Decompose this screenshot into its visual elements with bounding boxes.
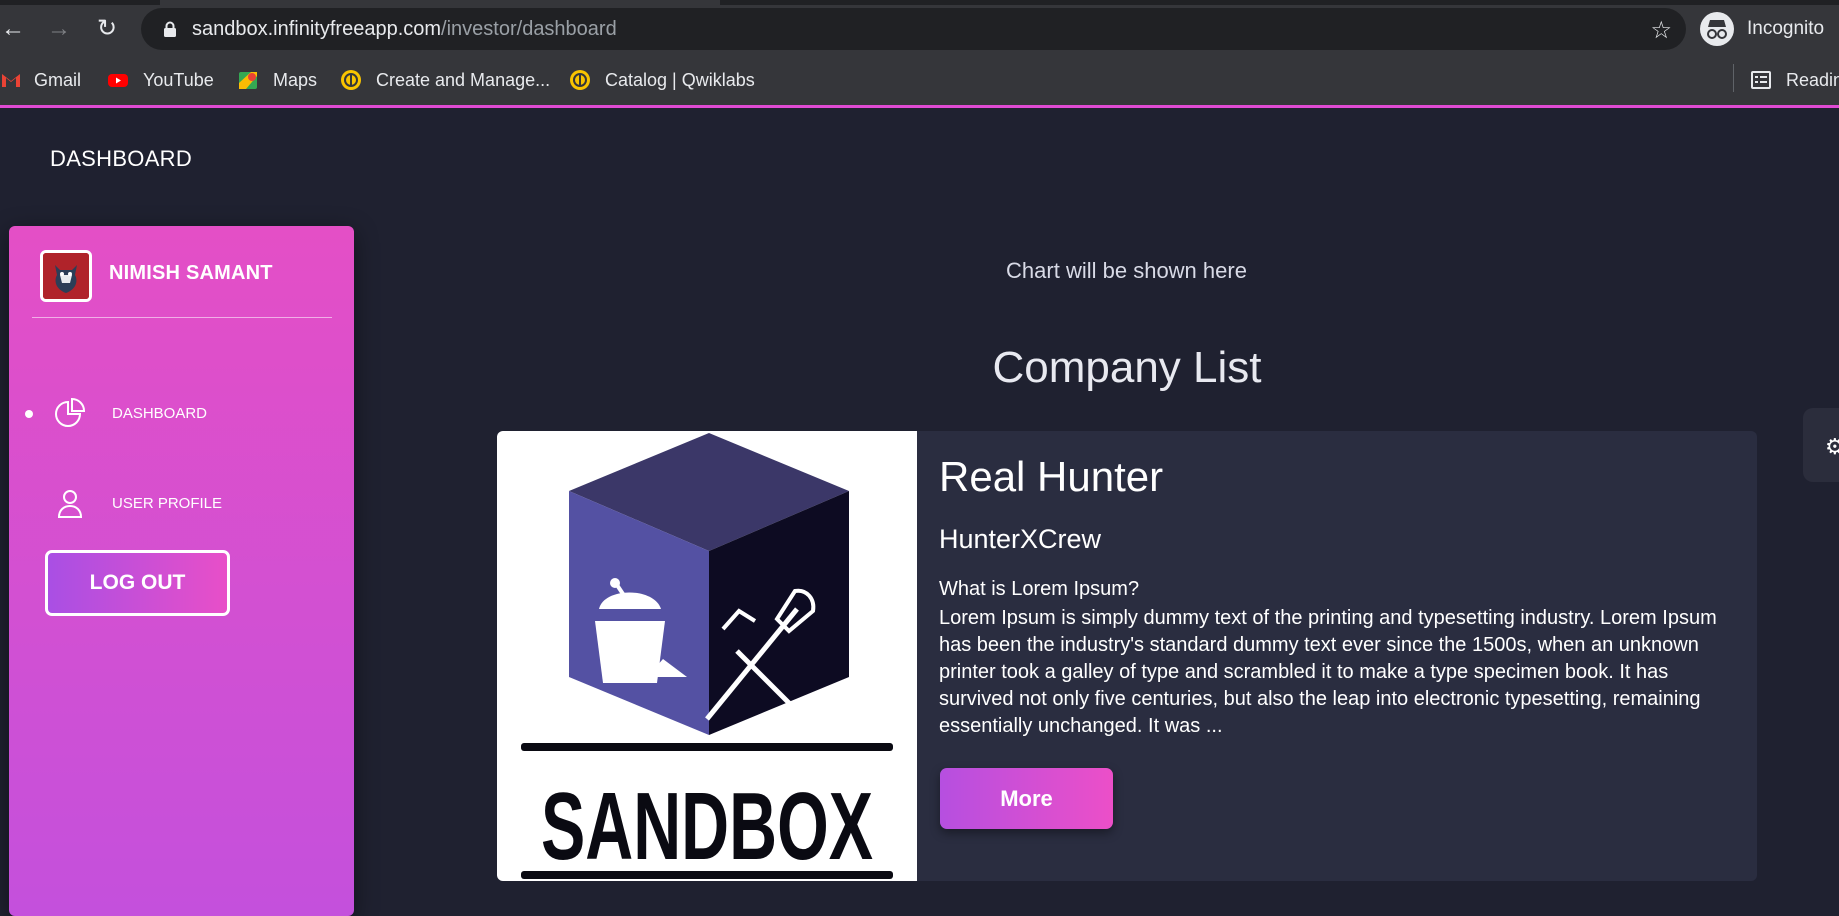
logout-button[interactable]: LOG OUT: [45, 550, 230, 616]
bookmarks-bar: Gmail YouTube Maps Create and Manage... …: [0, 58, 1839, 106]
tab-strip: [0, 0, 1839, 5]
chart-placeholder: Chart will be shown here: [1006, 258, 1247, 283]
back-icon[interactable]: ←: [0, 16, 26, 42]
bookmark-youtube[interactable]: YouTube: [107, 58, 214, 102]
incognito-label[interactable]: Incognito: [1747, 18, 1824, 40]
bookmark-catalog[interactable]: Catalog | Qwiklabs: [569, 58, 755, 102]
user-icon: [57, 490, 83, 518]
company-logo: SANDBOX: [497, 431, 917, 881]
url-text[interactable]: sandbox.infinityfreeapp.com/investor/das…: [192, 18, 617, 41]
bookmark-label: Gmail: [34, 69, 82, 90]
company-team: HunterXCrew: [939, 524, 1102, 554]
company-card: SANDBOX Real Hunter HunterXCrew What is …: [497, 431, 1757, 881]
sidebar-item-label: USER PROFILE: [112, 495, 223, 512]
dashboard-page: DASHBOARD NIMISH SAMANT DASHBOARD USER P…: [0, 108, 1839, 916]
gear-icon: ⚙: [1825, 434, 1839, 459]
active-tab[interactable]: [160, 0, 720, 5]
company-list-heading: Company List: [992, 343, 1262, 392]
sandbox-cube-icon: SANDBOX: [521, 433, 893, 880]
incognito-icon[interactable]: [1700, 12, 1734, 46]
sandbox-logo-text: SANDBOX: [541, 773, 873, 880]
company-description-title: What is Lorem Ipsum?: [939, 578, 1140, 600]
bookmark-label: YouTube: [143, 69, 214, 90]
qwiklabs-icon: [341, 70, 361, 90]
reading-list-label: Readin: [1786, 69, 1839, 90]
bookmark-label: Catalog | Qwiklabs: [605, 69, 755, 90]
bookmarks-separator: [1733, 64, 1734, 92]
bookmark-maps[interactable]: Maps: [237, 58, 317, 102]
avatar[interactable]: [40, 250, 92, 302]
active-indicator: [25, 410, 33, 418]
company-name: Real Hunter: [939, 453, 1164, 500]
settings-tab[interactable]: ⚙: [1803, 408, 1839, 482]
more-button[interactable]: More: [940, 768, 1113, 829]
bookmark-create-manage[interactable]: Create and Manage...: [340, 58, 550, 102]
sidebar-divider: [32, 317, 332, 318]
youtube-icon: [108, 74, 128, 87]
browser-toolbar: ← → ↻ sandbox.infinityfreeapp.com/invest…: [0, 0, 1839, 58]
page-title: DASHBOARD: [50, 146, 193, 171]
bookmark-gmail[interactable]: Gmail: [0, 58, 81, 102]
bookmark-star-icon[interactable]: ☆: [1650, 16, 1672, 45]
sidebar-item-label: DASHBOARD: [112, 405, 208, 422]
reading-list-icon: [1751, 71, 1771, 89]
address-bar[interactable]: sandbox.infinityfreeapp.com/investor/das…: [141, 8, 1686, 50]
url-path: /investor/dashboard: [441, 18, 617, 40]
company-description: Lorem Ipsum is simply dummy text of the …: [939, 607, 1717, 737]
maps-icon: [239, 72, 257, 89]
pie-chart-icon: [55, 397, 86, 427]
forward-icon[interactable]: →: [46, 16, 72, 42]
reading-list[interactable]: Readin: [1750, 58, 1839, 102]
sidebar-item-user-profile[interactable]: USER PROFILE: [9, 478, 354, 528]
qwiklabs-icon: [570, 70, 590, 90]
bookmark-label: Maps: [273, 69, 318, 90]
gmail-icon: [2, 74, 20, 87]
bookmark-label: Create and Manage...: [376, 69, 551, 90]
url-host: sandbox.infinityfreeapp.com: [192, 18, 442, 40]
user-name: NIMISH SAMANT: [109, 262, 273, 284]
reload-icon[interactable]: ↻: [94, 16, 120, 42]
sidebar-item-dashboard[interactable]: DASHBOARD: [9, 388, 354, 438]
sidebar: NIMISH SAMANT DASHBOARD USER PROFILE LOG…: [9, 226, 354, 916]
lock-icon: [164, 21, 176, 37]
